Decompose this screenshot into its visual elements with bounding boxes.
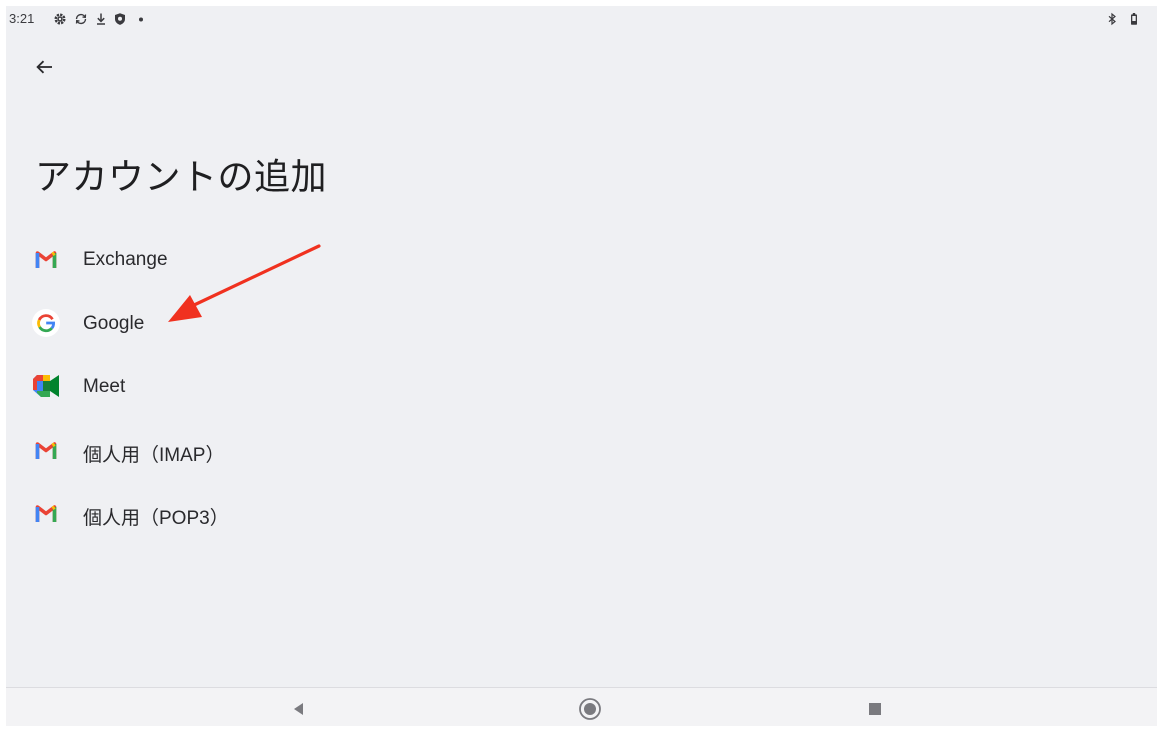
back-button[interactable] bbox=[30, 52, 60, 82]
nav-recents-button[interactable] bbox=[861, 695, 889, 723]
nav-home-button[interactable] bbox=[576, 695, 604, 723]
google-icon bbox=[32, 308, 60, 337]
account-item-personal-pop3[interactable]: 個人用（POP3） bbox=[6, 478, 1157, 542]
bluetooth-icon bbox=[1108, 12, 1116, 26]
gmail-icon bbox=[35, 505, 57, 522]
download-icon bbox=[97, 13, 105, 25]
page-title: アカウントの追加 bbox=[35, 157, 328, 198]
settings-icon bbox=[54, 13, 66, 25]
meet-icon bbox=[33, 375, 59, 397]
dot-icon bbox=[139, 17, 143, 22]
gmail-icon bbox=[35, 251, 57, 268]
status-time: 3:21 bbox=[9, 11, 35, 26]
home-circle-icon bbox=[579, 698, 601, 720]
arrow-left-icon bbox=[36, 60, 52, 74]
account-label: Exchange bbox=[83, 249, 168, 270]
account-label: 個人用（IMAP） bbox=[83, 444, 225, 466]
battery-icon bbox=[1131, 13, 1137, 25]
back-triangle-icon bbox=[294, 703, 303, 715]
sync-icon bbox=[75, 13, 87, 25]
status-bar: 3:21 bbox=[6, 6, 1157, 32]
account-item-meet[interactable]: Meet bbox=[6, 351, 1157, 415]
account-label: Google bbox=[83, 312, 145, 334]
annotation-arrow-icon bbox=[168, 244, 321, 322]
account-item-personal-imap[interactable]: 個人用（IMAP） bbox=[6, 415, 1157, 479]
nav-back-button[interactable] bbox=[285, 695, 313, 723]
account-label: 個人用（POP3） bbox=[83, 508, 229, 529]
shield-icon bbox=[115, 13, 125, 25]
screen: 3:21 アカウントの追加 Exchange Google Meet 個人用（I… bbox=[6, 6, 1157, 726]
gmail-icon bbox=[35, 441, 57, 459]
account-label: Meet bbox=[83, 376, 126, 397]
navigation-bar bbox=[6, 687, 1157, 726]
recents-square-icon bbox=[869, 703, 881, 715]
